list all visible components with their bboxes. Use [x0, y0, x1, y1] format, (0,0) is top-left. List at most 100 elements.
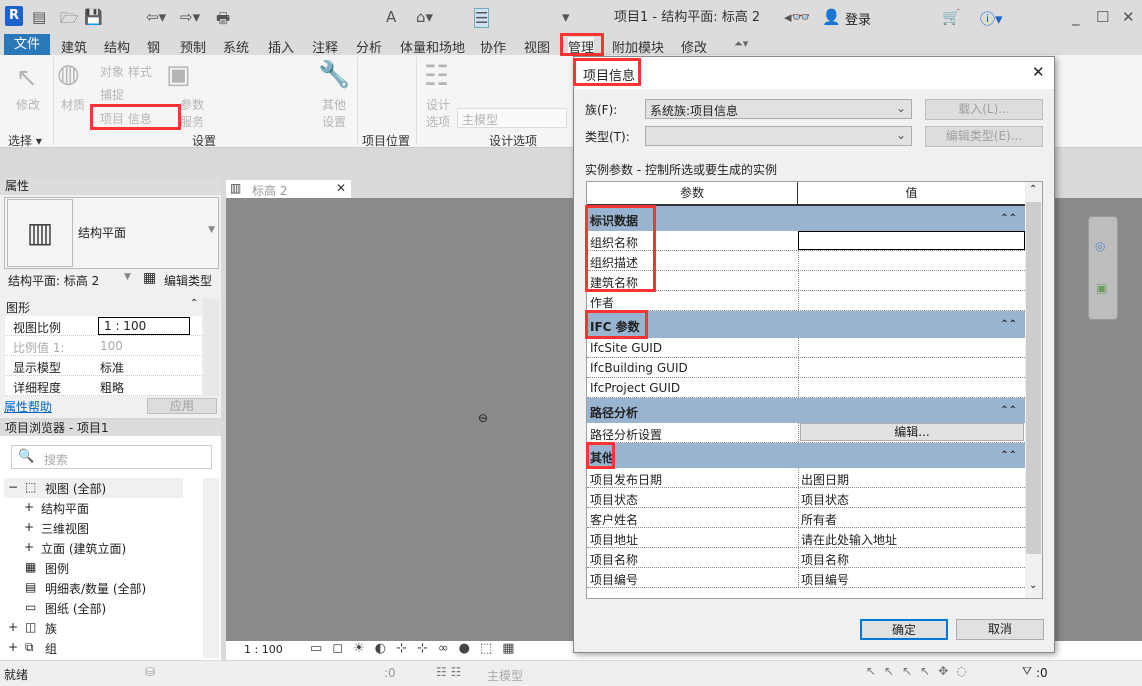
parameter-row[interactable]: 项目地址 请在此处输入地址	[587, 528, 1025, 548]
collapse-icon[interactable]: −	[8, 480, 18, 494]
tab-analyze[interactable]: 分析	[356, 37, 382, 56]
collapse-icon[interactable]: ⌃⌃	[1000, 213, 1017, 224]
undo-icon[interactable]: ⇦▾	[146, 8, 166, 26]
tree-item-legends[interactable]: 图例	[45, 560, 69, 577]
project-info-button[interactable]: 项目 信息	[100, 110, 152, 127]
edit-type-button[interactable]: 编辑类型(E)...	[925, 126, 1043, 147]
minimize-button[interactable]: _	[1072, 8, 1080, 26]
group-header[interactable]: 标识数据 ⌃⌃	[587, 206, 1025, 231]
selection-icons[interactable]: ↖↖↖↖✥◌	[866, 664, 975, 678]
edit-type-button[interactable]: 编辑类型	[164, 272, 212, 289]
login-link[interactable]: 登录	[845, 9, 871, 28]
parameter-row[interactable]: IfcSite GUID	[587, 338, 1025, 358]
thin-lines-icon[interactable]: ☰	[474, 8, 490, 28]
dialog-close-button[interactable]: ✕	[1032, 63, 1045, 81]
open-icon[interactable]: 🗁	[60, 8, 79, 33]
modify-button[interactable]: 修改	[16, 96, 40, 113]
expand-icon[interactable]: +	[8, 640, 18, 654]
parameter-value[interactable]	[798, 358, 1025, 377]
object-styles-button[interactable]: 对象 样式	[100, 63, 152, 80]
group-header[interactable]: 其他 ⌃⌃	[587, 443, 1025, 468]
tab-collaborate[interactable]: 协作	[480, 37, 506, 56]
parameter-value[interactable]	[798, 271, 1025, 290]
tab-precast[interactable]: 预制	[180, 37, 206, 56]
binoculars-icon[interactable]: ◂👓	[784, 8, 810, 26]
ok-button[interactable]: 确定	[860, 619, 948, 640]
tab-insert[interactable]: 插入	[268, 37, 294, 56]
tab-structure[interactable]: 结构	[104, 37, 130, 56]
parameter-row[interactable]: 作者	[587, 291, 1025, 311]
save-icon[interactable]: 💾	[84, 8, 103, 26]
parameter-value[interactable]: 项目编号	[798, 568, 1025, 587]
options-icon[interactable]: ☷ ☷	[436, 665, 461, 679]
view-scale[interactable]: 1 : 100	[244, 643, 283, 656]
other-settings-button[interactable]: 其他 设置	[322, 96, 350, 130]
revit-logo[interactable]: R	[5, 6, 23, 26]
tab-steel[interactable]: 钢	[147, 37, 160, 56]
view-control-icons[interactable]: ▭◻☀◐⊹⊹∞●⬚▦	[310, 641, 525, 656]
home-icon[interactable]: ⌂▾	[416, 8, 433, 26]
parameter-row[interactable]: IfcBuilding GUID	[587, 358, 1025, 378]
navigation-bar[interactable]: ◎ ▣	[1088, 216, 1118, 320]
parameter-value[interactable]	[798, 291, 1025, 310]
group-header[interactable]: 路径分析 ⌃⌃	[587, 398, 1025, 423]
value-input[interactable]	[798, 231, 1025, 250]
expand-icon[interactable]: +	[24, 500, 34, 514]
recent-icon[interactable]: ▤	[32, 8, 46, 26]
tree-item-structural-plans[interactable]: 结构平面	[41, 500, 89, 517]
prop-row[interactable]: 详细程度 粗略	[5, 376, 202, 396]
tab-view[interactable]: 视图	[524, 37, 550, 56]
collapse-icon[interactable]: ⌃	[190, 298, 198, 309]
tree-item-sheets[interactable]: 图纸 (全部)	[45, 600, 106, 617]
parameter-row[interactable]: 组织描述	[587, 251, 1025, 271]
cart-icon[interactable]: 🛒	[942, 8, 961, 26]
parameter-row[interactable]: 路径分析设置 编辑...	[587, 423, 1025, 443]
expand-icon[interactable]: +	[8, 620, 18, 634]
expand-icon[interactable]: +	[24, 540, 34, 554]
parameter-row[interactable]: IfcProject GUID	[587, 378, 1025, 398]
family-select[interactable]: 系统族:项目信息 ⌄	[645, 99, 912, 119]
tab-file[interactable]: 文件	[4, 34, 50, 55]
tab-massing[interactable]: 体量和场地	[400, 37, 465, 56]
params-service-button[interactable]: 参数 服务	[180, 96, 208, 130]
tab-manage[interactable]: 管理	[568, 37, 595, 56]
parameter-row[interactable]: 项目编号 项目编号	[587, 568, 1025, 588]
tab-architecture[interactable]: 建筑	[61, 37, 87, 56]
view-scale-input[interactable]: 1 : 100	[98, 317, 190, 335]
tree-item-groups[interactable]: 组	[45, 640, 57, 657]
parameter-row[interactable]: 项目发布日期 出图日期	[587, 468, 1025, 488]
cancel-button[interactable]: 取消	[956, 619, 1044, 640]
parameter-value[interactable]: 请在此处输入地址	[798, 528, 1025, 547]
parameter-row[interactable]: 项目名称 项目名称	[587, 548, 1025, 568]
properties-scrollbar[interactable]	[203, 298, 219, 396]
browser-search-input[interactable]: 🔍 搜索	[11, 445, 212, 469]
parameter-value[interactable]: 项目状态	[798, 488, 1025, 507]
steering-wheel-icon[interactable]: ◎	[1095, 239, 1105, 253]
parameter-value[interactable]: 所有者	[798, 508, 1025, 527]
design-options-button[interactable]: 设计 选项	[426, 96, 454, 130]
parameter-value[interactable]: 项目名称	[798, 548, 1025, 567]
parameter-row[interactable]: 项目状态 项目状态	[587, 488, 1025, 508]
tree-item-views[interactable]: 视图 (全部)	[45, 480, 106, 497]
collapse-icon[interactable]: ⌃⌃	[1000, 319, 1017, 330]
tab-modify[interactable]: 修改	[681, 37, 707, 56]
instance-selector[interactable]: 结构平面: 标高 2	[8, 272, 99, 289]
column-header-value[interactable]: 值	[798, 182, 1025, 206]
tab-addins[interactable]: 附加模块	[612, 37, 664, 56]
collapse-icon[interactable]: ⌃⌃	[1000, 405, 1017, 416]
customize-icon[interactable]: ▾	[562, 8, 570, 26]
status-main-model[interactable]: 主模型	[487, 667, 523, 684]
type-select[interactable]: ⌄	[645, 126, 912, 146]
view-tab[interactable]: ▥ 标高 2 ✕	[226, 180, 351, 199]
text-icon[interactable]: A	[386, 8, 396, 26]
edit-route-analysis-button[interactable]: 编辑...	[800, 423, 1024, 441]
tree-item-elevations[interactable]: 立面 (建筑立面)	[41, 540, 126, 557]
close-button[interactable]: ✕	[1122, 8, 1135, 26]
browser-scrollbar[interactable]	[203, 478, 219, 658]
ribbon-toggle-icon[interactable]: ⏶▾	[734, 37, 748, 51]
parameter-row[interactable]: 组织名称	[587, 231, 1025, 251]
worksets-icon[interactable]: ⛁	[145, 665, 155, 679]
close-tab-icon[interactable]: ✕	[336, 181, 346, 195]
parameter-value[interactable]	[798, 251, 1025, 270]
filter-icon[interactable]: ⛛	[1022, 664, 1032, 679]
